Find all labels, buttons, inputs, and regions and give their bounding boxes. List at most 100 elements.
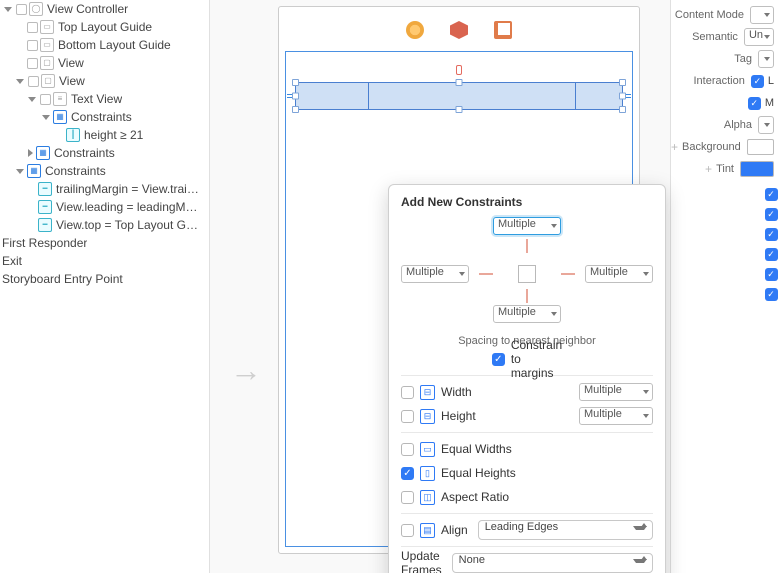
option-checkbox[interactable]: ✓: [765, 228, 778, 241]
alpha-field[interactable]: [758, 116, 774, 134]
align-select[interactable]: Leading Edges: [478, 520, 653, 540]
outline-row[interactable]: ▭Bottom Layout Guide: [0, 36, 209, 54]
constraints-group-icon: ▦: [27, 164, 41, 178]
disclosure-triangle-icon[interactable]: [4, 7, 12, 12]
width-value-field[interactable]: Multiple: [579, 383, 653, 401]
outline-row[interactable]: ━trailingMargin = View.trai…: [0, 180, 209, 198]
equal-widths-icon: ▭: [420, 442, 435, 457]
resize-handle[interactable]: [292, 106, 299, 113]
constraint-icon: ━: [38, 182, 52, 196]
layoutguide-icon: ▭: [40, 20, 54, 34]
right-spacing-field[interactable]: Multiple: [585, 265, 653, 283]
equal-heights-checkbox[interactable]: ✓: [401, 467, 414, 480]
option-checkbox[interactable]: ✓: [765, 248, 778, 261]
update-frames-select[interactable]: None: [452, 553, 653, 573]
constraint-icon: ━: [38, 200, 52, 214]
disclosure-triangle-icon[interactable]: [42, 115, 50, 120]
outline-row[interactable]: ━View.top = Top Layout G…: [0, 216, 209, 234]
view-icon: ▢: [40, 56, 54, 70]
resize-handle[interactable]: [619, 106, 626, 113]
outline-row[interactable]: Exit: [0, 252, 209, 270]
tag-field[interactable]: [758, 50, 774, 68]
top-constraint-indicator-icon: [456, 65, 462, 75]
disclosure-triangle-icon[interactable]: [28, 97, 36, 102]
option-checkbox[interactable]: ✓: [765, 288, 778, 301]
visibility-checkbox[interactable]: [27, 58, 38, 69]
outline-row[interactable]: ┃height ≥ 21: [0, 126, 209, 144]
left-spacing-field[interactable]: Multiple: [401, 265, 469, 283]
constrain-margins-checkbox[interactable]: ✓: [492, 353, 505, 366]
outline-row[interactable]: ━View.leading = leadingM…: [0, 198, 209, 216]
option-checkbox[interactable]: ✓: [765, 268, 778, 281]
option-checkbox[interactable]: ✓: [765, 208, 778, 221]
3d-view-icon[interactable]: [450, 21, 468, 39]
width-checkbox[interactable]: [401, 386, 414, 399]
view-icon: ▢: [41, 74, 55, 88]
resize-handle[interactable]: [456, 79, 463, 86]
top-spacing-field[interactable]: Multiple: [493, 217, 561, 235]
visibility-checkbox[interactable]: [16, 4, 27, 15]
resize-handle[interactable]: [619, 79, 626, 86]
visibility-checkbox[interactable]: [27, 22, 38, 33]
option-checkbox[interactable]: ✓: [765, 188, 778, 201]
height-checkbox[interactable]: [401, 410, 414, 423]
disclosure-triangle-icon[interactable]: [28, 149, 33, 157]
interaction-checkbox[interactable]: ✓: [751, 75, 764, 88]
equal-heights-icon: ▯: [420, 466, 435, 481]
outline-row[interactable]: ▢View: [0, 72, 209, 90]
align-checkbox[interactable]: [401, 524, 414, 537]
constraint-icon: ━: [38, 218, 52, 232]
inspector-cutoff-column: ✓ ✓ ✓ ✓ ✓ ✓: [762, 188, 780, 301]
viewcontroller-icon: ◯: [29, 2, 43, 16]
outline-row[interactable]: Storyboard Entry Point: [0, 270, 209, 288]
add-background-icon[interactable]: +: [671, 140, 678, 154]
equal-widths-checkbox[interactable]: [401, 443, 414, 456]
visibility-checkbox[interactable]: [28, 76, 39, 87]
height-value-field[interactable]: Multiple: [579, 407, 653, 425]
right-strut-icon[interactable]: [561, 273, 575, 275]
align-icon: ▤: [420, 523, 435, 538]
top-strut-icon[interactable]: [526, 239, 528, 253]
resize-handle[interactable]: [456, 106, 463, 113]
disclosure-triangle-icon[interactable]: [16, 79, 24, 84]
outline-row[interactable]: ▦Constraints: [0, 162, 209, 180]
constraint-icon: ┃: [66, 128, 80, 142]
semantic-select[interactable]: Un: [744, 28, 774, 46]
bottom-strut-icon[interactable]: [526, 289, 528, 303]
outline-row[interactable]: ▢View: [0, 54, 209, 72]
spacing-grid: Multiple Multiple Multiple Multiple: [401, 217, 653, 333]
selected-text-view[interactable]: [295, 82, 623, 110]
popover-title: Add New Constraints: [401, 195, 653, 209]
height-icon: ⊟: [420, 409, 435, 424]
visibility-checkbox[interactable]: [40, 94, 51, 105]
document-outline[interactable]: ◯View Controller ▭Top Layout Guide ▭Bott…: [0, 0, 210, 573]
aspect-ratio-icon: ◫: [420, 490, 435, 505]
object-library-icon[interactable]: [406, 21, 424, 39]
layoutguide-icon: ▭: [40, 38, 54, 52]
resize-handle[interactable]: [292, 93, 299, 100]
embed-icon[interactable]: [494, 21, 512, 39]
canvas[interactable]: →: [210, 0, 670, 573]
outline-row[interactable]: ▦Constraints: [0, 144, 209, 162]
segue-arrow-icon: →: [230, 352, 262, 389]
outline-row[interactable]: ◯View Controller: [0, 0, 209, 18]
visibility-checkbox[interactable]: [27, 40, 38, 51]
add-tint-icon[interactable]: +: [705, 162, 712, 176]
resize-handle[interactable]: [619, 93, 626, 100]
tint-color-well[interactable]: [740, 161, 774, 177]
aspect-ratio-checkbox[interactable]: [401, 491, 414, 504]
width-icon: ⊟: [420, 385, 435, 400]
outline-row[interactable]: ≡Text View: [0, 90, 209, 108]
center-box-icon: [518, 265, 536, 283]
multitouch-checkbox[interactable]: ✓: [748, 97, 761, 110]
background-color-well[interactable]: [747, 139, 774, 155]
constraints-group-icon: ▦: [36, 146, 50, 160]
left-strut-icon[interactable]: [479, 273, 493, 275]
outline-row[interactable]: ▦Constraints: [0, 108, 209, 126]
outline-row[interactable]: First Responder: [0, 234, 209, 252]
disclosure-triangle-icon[interactable]: [16, 169, 24, 174]
outline-row[interactable]: ▭Top Layout Guide: [0, 18, 209, 36]
resize-handle[interactable]: [292, 79, 299, 86]
content-mode-select[interactable]: [750, 6, 774, 24]
bottom-spacing-field[interactable]: Multiple: [493, 305, 561, 323]
